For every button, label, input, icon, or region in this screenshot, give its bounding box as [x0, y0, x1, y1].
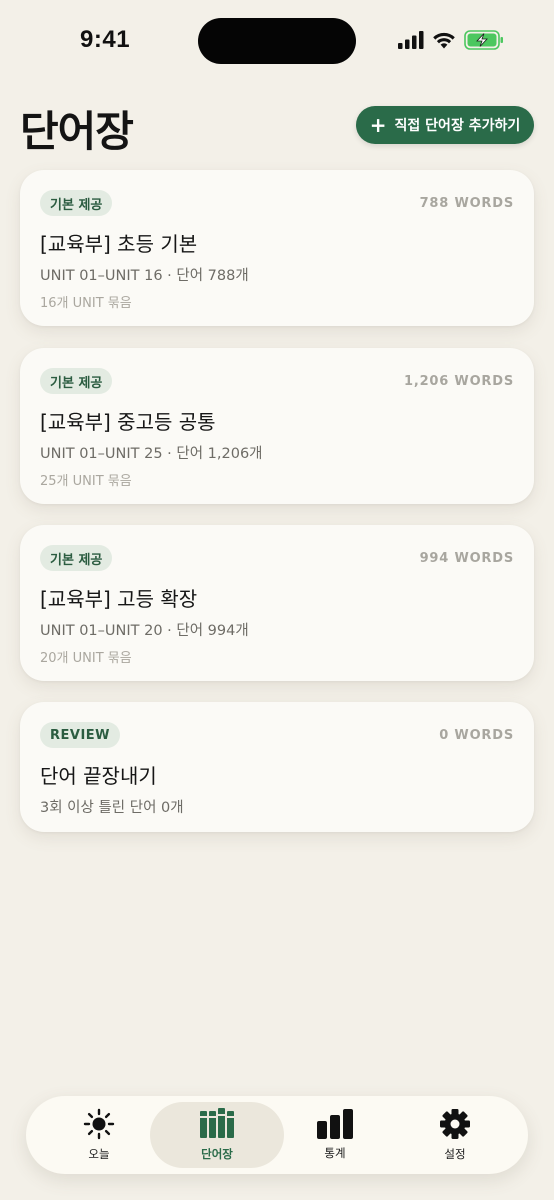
- default-badge: 기본 제공: [40, 368, 113, 394]
- word-count: 0 WORDS: [439, 728, 514, 743]
- dynamic-island: [198, 18, 356, 64]
- wordbook-meta: 16개 UNIT 묶음: [40, 296, 132, 311]
- wordbook-card[interactable]: 기본 제공 1,206 WORDS [교육부] 중고등 공통 UNIT 01–U…: [20, 348, 534, 504]
- status-icons: [398, 30, 504, 50]
- plus-icon: +: [369, 113, 387, 137]
- cellular-signal-icon: [398, 31, 424, 49]
- books-icon: [200, 1108, 234, 1138]
- review-wordbook-card[interactable]: REVIEW 0 WORDS 단어 끝장내기 3회 이상 틀린 단어 0개: [20, 702, 534, 832]
- sun-icon: [83, 1108, 115, 1140]
- tab-stats[interactable]: 통계: [268, 1102, 402, 1168]
- word-count: 788 WORDS: [419, 196, 514, 211]
- tab-wordbook[interactable]: 단어장: [150, 1102, 284, 1168]
- review-badge: REVIEW: [40, 722, 121, 748]
- status-bar: 9:41: [0, 0, 554, 80]
- default-badge: 기본 제공: [40, 190, 113, 216]
- wordbook-meta: 20개 UNIT 묶음: [40, 651, 132, 666]
- word-count: 994 WORDS: [419, 551, 514, 566]
- tab-label: 단어장: [201, 1147, 233, 1161]
- wordbook-meta: 25개 UNIT 묶음: [40, 474, 132, 489]
- wordbook-subtitle: UNIT 01–UNIT 20 · 단어 994개: [40, 623, 249, 639]
- wordbook-card[interactable]: 기본 제공 994 WORDS [교육부] 고등 확장 UNIT 01–UNIT…: [20, 525, 534, 681]
- word-count: 1,206 WORDS: [403, 374, 514, 389]
- wordbook-title: [교육부] 초등 기본: [40, 232, 198, 256]
- tab-label: 오늘: [88, 1147, 110, 1161]
- wordbook-subtitle: UNIT 01–UNIT 25 · 단어 1,206개: [40, 446, 263, 462]
- add-wordbook-button[interactable]: + 직접 단어장 추가하기: [356, 106, 534, 144]
- add-wordbook-label: 직접 단어장 추가하기: [394, 118, 521, 134]
- wordbook-title: 단어 끝장내기: [40, 764, 157, 788]
- status-time: 9:41: [80, 26, 131, 53]
- gear-icon: [440, 1109, 470, 1139]
- page-title: 단어장: [20, 107, 134, 156]
- tab-today[interactable]: 오늘: [32, 1102, 166, 1168]
- tab-label: 설정: [444, 1147, 466, 1161]
- wordbook-subtitle: UNIT 01–UNIT 16 · 단어 788개: [40, 268, 249, 284]
- bar-chart-icon: [317, 1109, 353, 1139]
- wordbook-card[interactable]: 기본 제공 788 WORDS [교육부] 초등 기본 UNIT 01–UNIT…: [20, 170, 534, 326]
- tab-bar: 오늘 단어장 통계 설정: [26, 1096, 528, 1174]
- wordbook-title: [교육부] 고등 확장: [40, 587, 198, 611]
- tab-settings[interactable]: 설정: [388, 1102, 522, 1168]
- wordbook-title: [교육부] 중고등 공통: [40, 410, 216, 434]
- wifi-icon: [433, 32, 455, 49]
- default-badge: 기본 제공: [40, 545, 113, 571]
- battery-charging-icon: [464, 30, 503, 50]
- wordbook-subtitle: 3회 이상 틀린 단어 0개: [40, 800, 184, 816]
- tab-label: 통계: [324, 1146, 346, 1160]
